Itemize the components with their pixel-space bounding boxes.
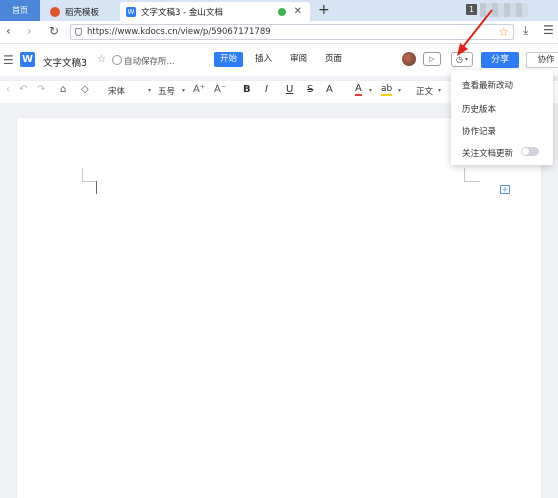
text-cursor	[96, 181, 97, 194]
save-status-text: 自动保存所...	[124, 57, 175, 67]
margin-mark-right	[464, 181, 480, 182]
chevron-down-icon[interactable]: ▾	[398, 87, 401, 94]
grow-font-button[interactable]: A⁺	[193, 84, 205, 95]
font-effect-button[interactable]: A	[326, 84, 333, 95]
collaborate-button[interactable]: 协作	[526, 52, 558, 68]
margin-mark-left	[82, 181, 96, 182]
font-name-select[interactable]: 宋体	[108, 85, 125, 97]
chevron-down-icon[interactable]: ▾	[369, 87, 372, 94]
reload-button[interactable]: ↻	[49, 24, 59, 38]
chevron-down-icon[interactable]: ▾	[182, 87, 185, 94]
margin-mark-left	[82, 168, 83, 181]
italic-button[interactable]: I	[265, 84, 268, 95]
menu-item-latest-changes[interactable]: 查看最新改动	[462, 79, 513, 91]
tab-review[interactable]: 审阅	[284, 52, 313, 67]
tab-insert[interactable]: 插入	[249, 52, 278, 67]
history-dropdown-menu: 查看最新改动 历史版本 协作记录 关注文档更新	[451, 70, 553, 165]
add-comment-icon[interactable]: +	[500, 185, 510, 194]
check-icon	[277, 7, 286, 16]
tab-start[interactable]: 开始	[214, 52, 244, 67]
margin-mark-right	[464, 168, 465, 181]
document-page[interactable]	[17, 118, 541, 498]
redo-icon[interactable]: ↷	[37, 84, 45, 95]
font-size-value: 五号	[158, 87, 176, 97]
menu-item-collab-log[interactable]: 协作记录	[462, 125, 496, 137]
clear-format-icon[interactable]: ◇	[81, 84, 89, 95]
document-title[interactable]: 文字文稿3	[43, 55, 87, 69]
format-painter-icon[interactable]: ⌂	[60, 84, 66, 95]
chevron-down-icon[interactable]: ▾	[438, 87, 441, 94]
font-name-value: 宋体	[108, 87, 126, 97]
shield-icon	[75, 28, 82, 36]
writer-logo-icon[interactable]: W	[20, 52, 35, 67]
paragraph-style-select[interactable]: 正文	[416, 85, 433, 97]
underline-button[interactable]: U	[286, 84, 293, 95]
new-tab-button[interactable]: +	[318, 2, 330, 18]
annotation-arrow	[457, 9, 493, 56]
close-tab-icon[interactable]: ✕	[294, 6, 302, 17]
hamburger-menu-icon[interactable]: ☰	[3, 53, 14, 67]
undo-icon[interactable]: ↶	[19, 84, 27, 95]
tab-document-label: 文字文稿3 - 金山文档	[141, 7, 223, 18]
paragraph-style-value: 正文	[416, 87, 434, 97]
follow-updates-toggle[interactable]	[521, 147, 539, 156]
tab-document[interactable]: W 文字文稿3 - 金山文档 ✕	[120, 2, 310, 21]
daoke-logo-icon	[50, 6, 60, 17]
menu-item-version-history[interactable]: 历史版本	[462, 103, 496, 115]
back-button[interactable]: ‹	[6, 24, 11, 38]
save-status-icon	[112, 55, 122, 65]
strikethrough-button[interactable]: S	[307, 84, 313, 95]
font-color-button[interactable]: A	[355, 84, 362, 96]
tab-home[interactable]: 首页	[0, 0, 40, 21]
video-icon[interactable]: ▷	[423, 52, 441, 66]
tab-daoke[interactable]: 稻壳模板	[44, 2, 122, 21]
highlight-button[interactable]: ab	[381, 84, 393, 96]
favorite-star-icon[interactable]: ☆	[97, 54, 106, 65]
font-size-select[interactable]: 五号	[158, 85, 175, 97]
bold-button[interactable]: B	[243, 84, 251, 95]
url-text[interactable]: https://www.kdocs.cn/view/p/59067171789	[87, 27, 271, 37]
shrink-font-button[interactable]: A⁻	[214, 84, 226, 95]
avatar[interactable]	[402, 52, 416, 66]
collapse-toolbar-icon[interactable]: ‹	[6, 84, 10, 95]
kdocs-logo-icon: W	[126, 6, 136, 17]
forward-button[interactable]: ›	[27, 24, 32, 38]
chevron-down-icon[interactable]: ▾	[148, 87, 151, 94]
tab-home-label: 首页	[12, 6, 28, 15]
download-icon[interactable]: ⤓	[523, 23, 528, 38]
menu-icon[interactable]: ☰	[543, 23, 554, 37]
tab-page[interactable]: 页面	[319, 52, 348, 67]
menu-item-follow-updates[interactable]: 关注文档更新	[462, 147, 513, 159]
tab-daoke-label: 稻壳模板	[65, 7, 100, 18]
